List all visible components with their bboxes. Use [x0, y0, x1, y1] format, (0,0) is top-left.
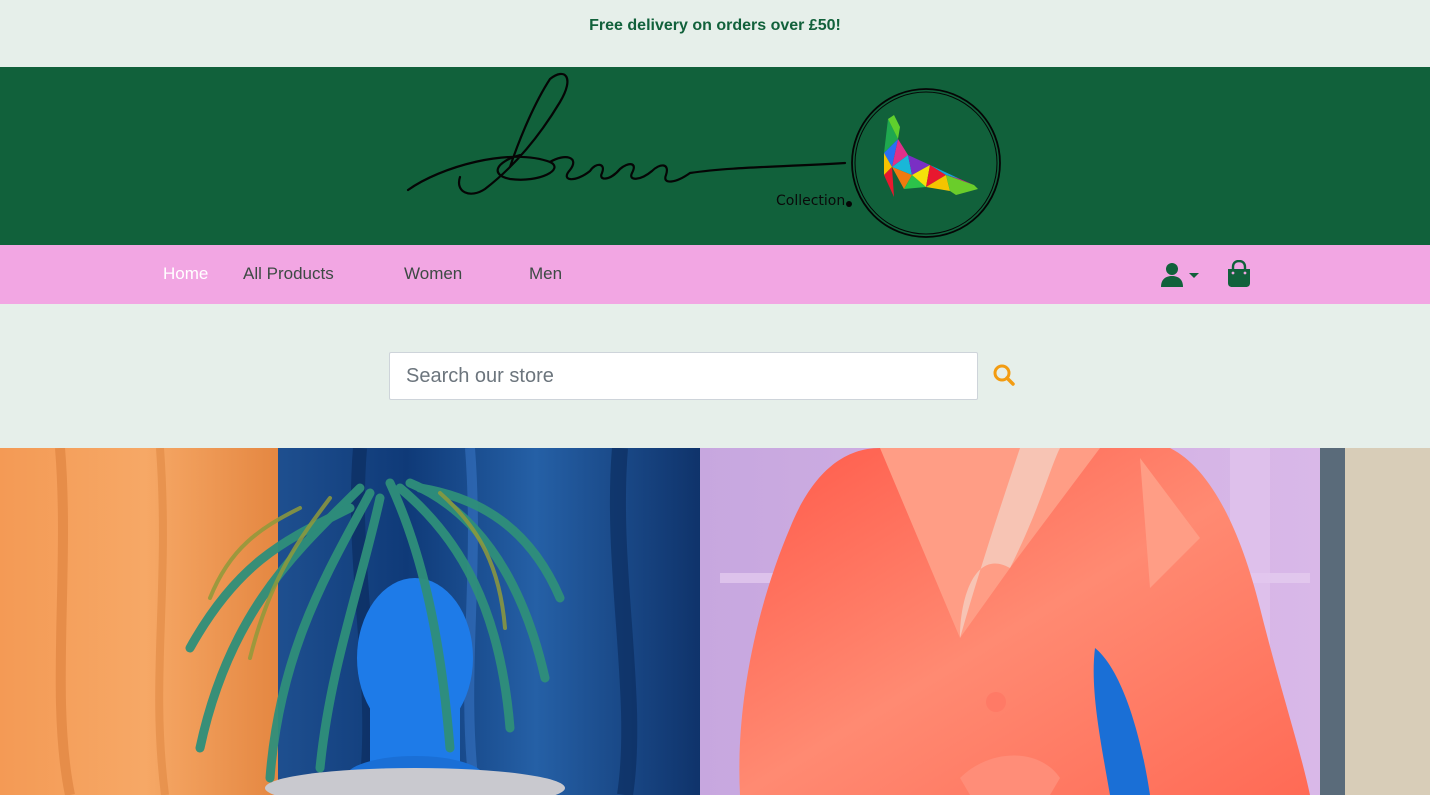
- caret-down-icon: [1189, 273, 1199, 278]
- hero-image: [0, 448, 1430, 795]
- account-dropdown-button[interactable]: [1160, 262, 1202, 288]
- high-heel-icon: [884, 115, 978, 197]
- brand-header: Collection: [0, 67, 1430, 245]
- search-button[interactable]: [988, 360, 1020, 392]
- nav-men-link[interactable]: Men: [529, 264, 562, 284]
- logo-graphic: [406, 72, 1001, 238]
- promo-text: Free delivery on orders over £50!: [589, 16, 841, 34]
- main-nav: Home All Products Women Men: [0, 245, 1430, 304]
- search-area: [0, 304, 1430, 448]
- search-input[interactable]: [389, 352, 978, 400]
- nav-home-link[interactable]: Home: [163, 264, 208, 284]
- nav-women-link[interactable]: Women: [404, 264, 462, 284]
- promo-bar: Free delivery on orders over £50!: [0, 0, 1430, 67]
- logo-caption: Collection: [776, 193, 846, 209]
- nav-all-products-link[interactable]: All Products: [243, 264, 334, 284]
- brand-logo[interactable]: [400, 67, 1010, 245]
- signature-path: [406, 72, 847, 195]
- shopping-bag-icon: [1228, 259, 1250, 287]
- hero-photo: [0, 448, 1430, 795]
- shopping-bag-button[interactable]: [1226, 259, 1252, 288]
- user-icon: [1161, 263, 1199, 287]
- search-icon: [993, 364, 1015, 386]
